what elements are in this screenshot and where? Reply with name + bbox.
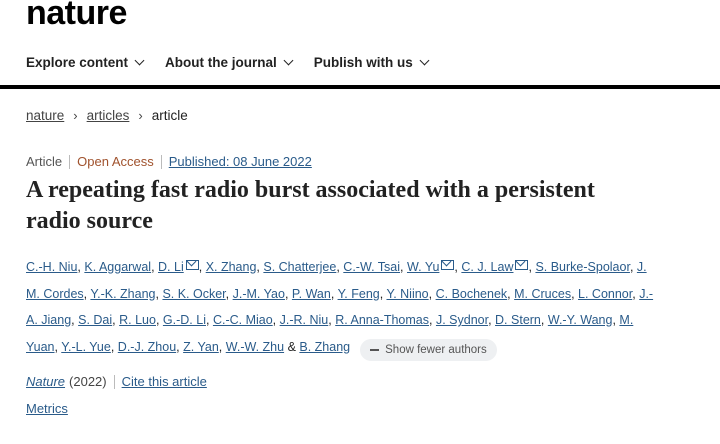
author-link[interactable]: G.-D. Li xyxy=(163,313,206,327)
nav-explore-label: Explore content xyxy=(26,55,129,70)
author-link[interactable]: X. Zhang xyxy=(206,260,257,274)
journal-link[interactable]: Nature xyxy=(26,374,65,389)
author-conjunction: & xyxy=(287,339,296,354)
divider xyxy=(160,154,162,169)
chevron-down-icon xyxy=(419,55,430,66)
author-link[interactable]: C.-C. Miao xyxy=(213,313,273,327)
show-fewer-label: Show fewer authors xyxy=(385,343,487,356)
author-link[interactable]: Y. Niino xyxy=(386,287,428,301)
author-link[interactable]: R. Anna-Thomas xyxy=(335,313,429,327)
mail-icon[interactable] xyxy=(515,260,529,270)
author-link[interactable]: J.-M. Yao xyxy=(233,287,285,301)
divider xyxy=(113,374,115,389)
breadcrumb-articles[interactable]: articles xyxy=(87,108,130,123)
author-link[interactable]: S. Chatterjee xyxy=(263,260,336,274)
show-fewer-authors-button[interactable]: Show fewer authors xyxy=(360,338,497,361)
article-meta: Article Open Access Published: 08 June 2… xyxy=(26,154,312,169)
nature-logo[interactable]: nature xyxy=(26,0,127,33)
top-navigation: Explore content About the journal Publis… xyxy=(26,55,450,70)
author-link[interactable]: L. Connor xyxy=(578,287,632,301)
author-link[interactable]: W.-W. Zhu xyxy=(226,340,284,354)
article-title: A repeating fast radio burst associated … xyxy=(26,177,595,234)
author-link[interactable]: P. Wan xyxy=(292,287,331,301)
nav-publish-with-us[interactable]: Publish with us xyxy=(313,55,430,70)
breadcrumb: nature › articles › article xyxy=(26,108,188,123)
author-link[interactable]: S. K. Ocker xyxy=(162,287,225,301)
chevron-right-icon: › xyxy=(73,108,78,123)
author-link[interactable]: B. Zhang xyxy=(299,340,350,354)
author-link[interactable]: D. Li xyxy=(158,260,184,274)
author-link[interactable]: R. Luo xyxy=(119,313,156,327)
nav-publish-label: Publish with us xyxy=(313,55,413,70)
author-link[interactable]: W. Yu xyxy=(407,260,439,274)
citation-line: Nature (2022) Cite this article xyxy=(26,374,207,389)
author-link[interactable]: C. J. Law xyxy=(461,260,513,274)
nav-explore-content[interactable]: Explore content xyxy=(26,55,145,70)
chevron-right-icon: › xyxy=(138,108,143,123)
author-link[interactable]: C.-W. Tsai xyxy=(343,260,400,274)
author-link[interactable]: J. Sydnor xyxy=(436,313,488,327)
open-access-badge: Open Access xyxy=(77,154,154,169)
article-type: Article xyxy=(26,154,63,169)
author-link[interactable]: D. Stern xyxy=(495,313,541,327)
mail-icon[interactable] xyxy=(441,260,455,270)
author-link[interactable]: Y.-K. Zhang xyxy=(90,287,155,301)
nav-about-label: About the journal xyxy=(165,55,277,70)
author-link[interactable]: K. Aggarwal xyxy=(84,260,151,274)
author-link[interactable]: D.-J. Zhou xyxy=(118,340,176,354)
breadcrumb-nature[interactable]: nature xyxy=(26,108,64,123)
author-link[interactable]: C. Bochenek xyxy=(436,287,508,301)
minus-icon xyxy=(370,348,380,351)
mail-icon[interactable] xyxy=(185,260,199,270)
author-link[interactable]: M. Cruces xyxy=(514,287,571,301)
nav-about-journal[interactable]: About the journal xyxy=(165,55,294,70)
author-link[interactable]: W.-Y. Wang xyxy=(548,313,613,327)
chevron-down-icon xyxy=(283,55,294,66)
publication-year: (2022) xyxy=(69,374,107,389)
chevron-down-icon xyxy=(134,55,145,66)
metrics-link[interactable]: Metrics xyxy=(26,401,68,416)
author-link[interactable]: S. Burke-Spolaor xyxy=(535,260,630,274)
author-link[interactable]: Y. Feng xyxy=(338,287,380,301)
author-link[interactable]: J.-R. Niu xyxy=(280,313,329,327)
author-link[interactable]: C.-H. Niu xyxy=(26,260,77,274)
divider xyxy=(69,154,71,169)
published-date[interactable]: Published: 08 June 2022 xyxy=(169,154,312,169)
author-link[interactable]: Y.-L. Yue xyxy=(61,340,111,354)
author-list: C.-H. Niu, K. Aggarwal, D. Li, X. Zhang,… xyxy=(26,254,656,361)
breadcrumb-current: article xyxy=(151,108,188,123)
author-link[interactable]: S. Dai xyxy=(78,313,112,327)
author-link[interactable]: Z. Yan xyxy=(183,340,219,354)
header-divider xyxy=(0,85,720,89)
cite-this-article-link[interactable]: Cite this article xyxy=(122,374,207,389)
